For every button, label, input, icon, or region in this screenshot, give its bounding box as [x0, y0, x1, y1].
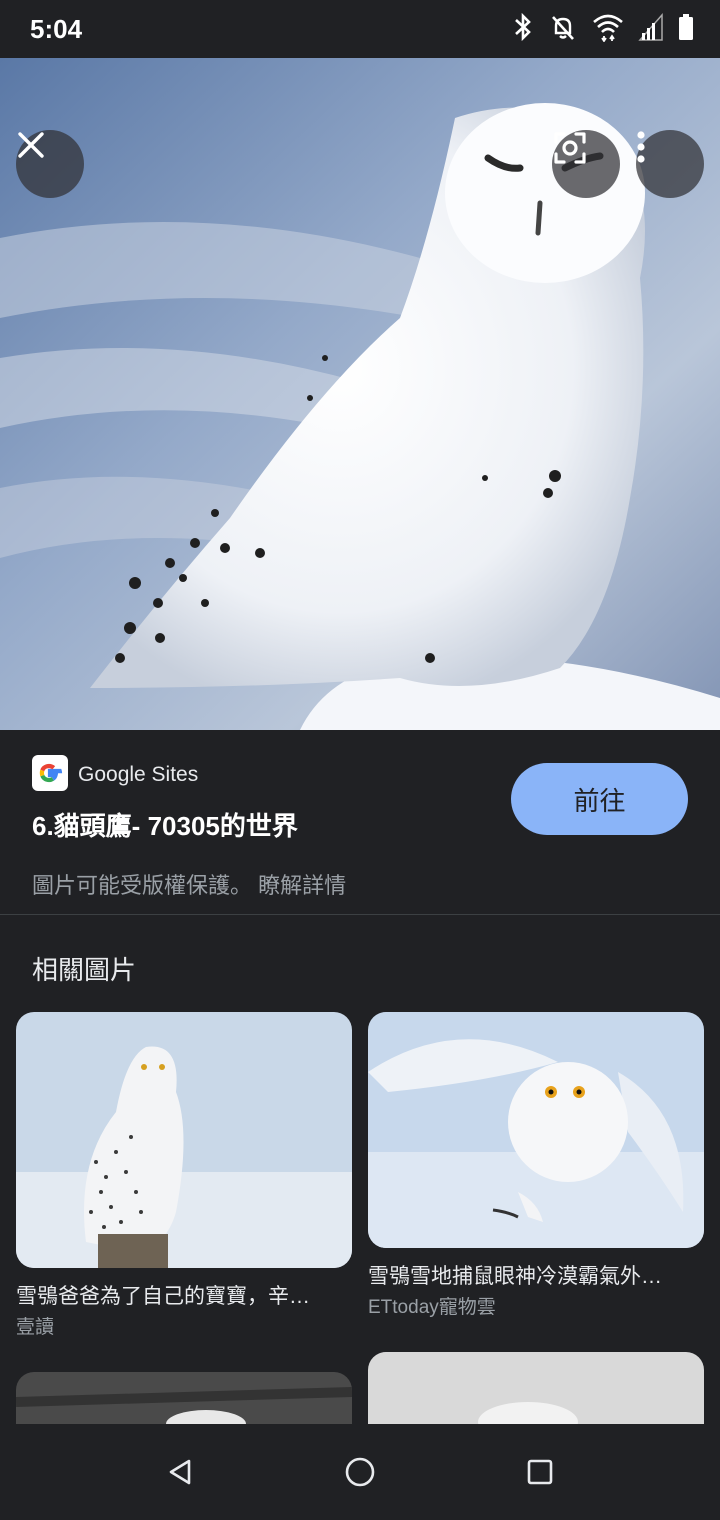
related-image-1-title[interactable]: 雪鴞爸爸為了自己的寶寶，辛… [16, 1280, 352, 1310]
signal-icon [638, 13, 663, 41]
notifications-off-icon [552, 16, 574, 40]
google-lens-icon [554, 132, 586, 164]
source-name[interactable]: Google Sites [78, 763, 198, 787]
close-button[interactable] [16, 130, 84, 198]
recents-button[interactable] [520, 1452, 560, 1492]
status-icons [512, 12, 694, 42]
close-icon [18, 132, 44, 158]
more-options-button[interactable] [636, 130, 704, 198]
copyright-notice: 圖片可能受版權保護。 瞭解詳情 [32, 868, 346, 900]
status-bar: 5:04 [0, 0, 720, 58]
related-images-heading: 相關圖片 [32, 955, 137, 985]
related-image-1-source: 壹讀 [16, 1317, 55, 1338]
home-button[interactable] [340, 1452, 380, 1492]
back-button[interactable] [160, 1452, 200, 1492]
learn-more-link[interactable]: 瞭解詳情 [258, 873, 346, 898]
google-logo-icon [32, 755, 68, 791]
wifi-icon [593, 14, 623, 42]
more-vert-icon [637, 131, 645, 163]
back-triangle-icon [169, 1459, 191, 1485]
related-image-1[interactable] [16, 1012, 352, 1268]
snowy-owl-hunting-thumbnail [368, 1012, 704, 1248]
snowy-owl-perched-thumbnail [16, 1012, 352, 1268]
main-image[interactable] [0, 58, 720, 730]
image-info-panel: Google Sites 6.貓頭鷹- 70305的世界 前往 圖片可能受版權保… [0, 730, 720, 916]
system-navigation-bar [0, 1424, 720, 1520]
google-lens-button[interactable] [552, 130, 620, 198]
recents-square-icon [527, 1459, 553, 1485]
related-image-2[interactable] [368, 1012, 704, 1248]
bluetooth-icon [515, 12, 531, 42]
related-image-2-source: ETtoday寵物雲 [368, 1297, 496, 1318]
divider [0, 914, 720, 915]
home-circle-icon [345, 1457, 375, 1487]
copyright-text: 圖片可能受版權保護。 [32, 873, 253, 898]
battery-icon [679, 14, 693, 40]
related-image-2-title[interactable]: 雪鴞雪地捕鼠眼神冷漠霸氣外… [368, 1260, 704, 1290]
visit-button[interactable]: 前往 [511, 763, 688, 835]
page-title[interactable]: 6.貓頭鷹- 70305的世界 [32, 806, 298, 843]
status-time: 5:04 [30, 14, 83, 44]
